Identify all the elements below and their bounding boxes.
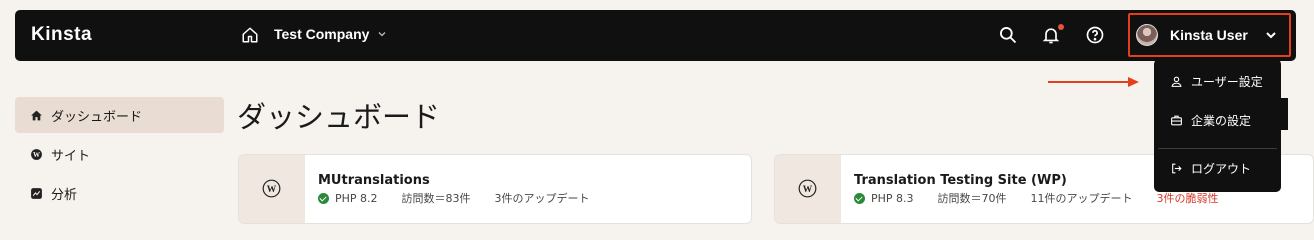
site-card[interactable]: W MUtranslations PHP 8.2 訪問数＝83件 3件のアップデ… (238, 154, 752, 224)
user-menu-button[interactable]: Kinsta User (1128, 13, 1291, 57)
check-icon (318, 192, 329, 204)
sidebar-item-dashboard[interactable]: ダッシュボード (15, 97, 224, 133)
chevron-down-icon (1266, 32, 1276, 39)
company-selector[interactable]: Test Company (274, 26, 387, 42)
home-icon (31, 110, 42, 120)
search-icon[interactable] (998, 25, 1018, 45)
wordpress-icon: W (262, 179, 281, 198)
notification-badge (1058, 24, 1064, 30)
sidebar-item-label: サイト (51, 148, 91, 164)
php-version: PHP 8.3 (871, 191, 914, 205)
sidebar-item-analytics[interactable]: 分析 (15, 175, 224, 211)
vulnerabilities-count: 3件の脆弱性 (1156, 192, 1219, 205)
menu-item-label: ユーザー設定 (1191, 75, 1263, 89)
site-meta: PHP 8.2 訪問数＝83件 3件のアップデート (318, 190, 614, 206)
help-icon[interactable] (1085, 25, 1105, 45)
site-icon-box: W (239, 155, 305, 223)
company-name: Test Company (274, 26, 370, 42)
sidebar-item-label: 分析 (51, 187, 78, 203)
menu-item-user-settings[interactable]: ユーザー設定 (1170, 73, 1263, 90)
menu-item-company-settings[interactable]: 企業の設定 (1170, 112, 1251, 129)
chevron-down-icon (378, 32, 386, 37)
user-name: Kinsta User (1170, 27, 1248, 43)
page-title: ダッシュボード (237, 100, 441, 134)
home-icon[interactable] (241, 26, 259, 44)
updates-count: 11件のアップデート (1030, 192, 1133, 205)
php-version: PHP 8.2 (335, 191, 378, 205)
top-navigation-bar: Kinsta Test Company Kinsta User (15, 10, 1296, 61)
wordpress-icon: W (31, 148, 42, 160)
svg-text:W: W (33, 150, 40, 158)
visits-count: 訪問数＝83件 (401, 192, 471, 205)
menu-item-logout[interactable]: ログアウト (1170, 160, 1251, 177)
user-icon (1171, 76, 1182, 87)
annotation-arrow-icon (1048, 77, 1139, 87)
svg-text:W: W (803, 185, 813, 195)
updates-count: 3件のアップデート (494, 192, 590, 205)
site-icon-box: W (775, 155, 841, 223)
avatar (1136, 24, 1158, 46)
menu-divider (1158, 148, 1277, 149)
menu-item-label: 企業の設定 (1191, 114, 1252, 128)
svg-text:W: W (267, 185, 277, 195)
site-name[interactable]: MUtranslations (318, 173, 430, 188)
briefcase-icon (1171, 115, 1182, 126)
sidebar-item-label: ダッシュボード (51, 109, 143, 125)
check-icon (854, 192, 865, 204)
logout-icon (1172, 163, 1182, 174)
kinsta-logo[interactable]: Kinsta (31, 24, 92, 46)
menu-item-label: ログアウト (1191, 162, 1252, 176)
visits-count: 訪問数＝70件 (937, 192, 1007, 205)
analytics-icon (31, 187, 42, 199)
site-name[interactable]: Translation Testing Site (WP) (854, 173, 1067, 188)
site-meta: PHP 8.3 訪問数＝70件 11件のアップデート 3件の脆弱性 (854, 190, 1243, 206)
sidebar-item-sites[interactable]: W サイト (15, 136, 224, 172)
wordpress-icon: W (798, 179, 817, 198)
user-dropdown-menu: ユーザー設定 企業の設定 ログアウト (1154, 59, 1281, 192)
